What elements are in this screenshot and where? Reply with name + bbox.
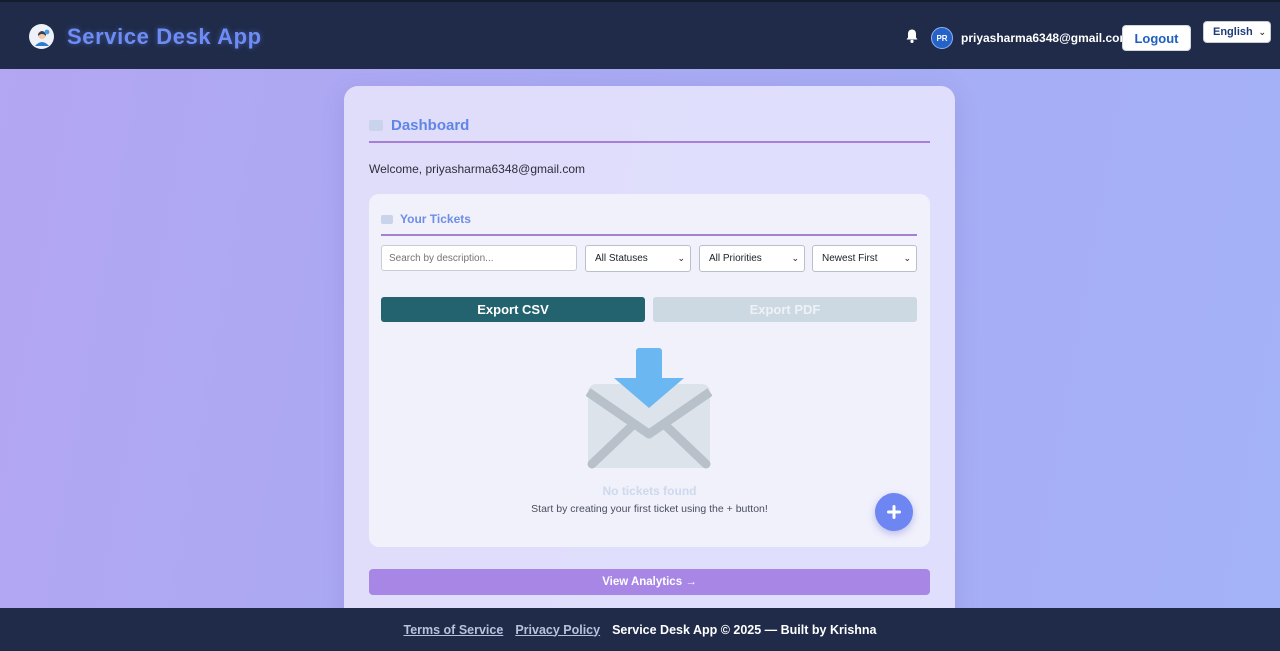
priority-filter-value: All Priorities xyxy=(709,253,762,264)
dashboard-divider xyxy=(369,141,930,143)
logout-button[interactable]: Logout xyxy=(1122,25,1191,51)
chevron-down-icon: ⌄ xyxy=(677,253,685,263)
status-filter-value: All Statuses xyxy=(595,253,648,264)
user-email: priyasharma6348@gmail.com xyxy=(961,31,1131,45)
plus-icon xyxy=(887,505,901,519)
tickets-title: Your Tickets xyxy=(400,212,471,226)
empty-inbox-icon xyxy=(585,346,713,472)
terms-link[interactable]: Terms of Service xyxy=(403,623,503,637)
sort-order-select[interactable]: Newest First ⌄ xyxy=(812,245,917,272)
dashboard-title: Dashboard xyxy=(391,117,470,134)
chevron-down-icon: ⌄ xyxy=(791,253,799,263)
app-logo-icon xyxy=(29,24,54,49)
dashboard-header: Dashboard xyxy=(369,117,469,134)
view-analytics-button[interactable]: View Analytics → xyxy=(369,569,930,595)
search-input[interactable] xyxy=(381,245,577,271)
privacy-link[interactable]: Privacy Policy xyxy=(515,623,600,637)
tickets-panel: Your Tickets All Statuses ⌄ All Prioriti… xyxy=(369,194,930,547)
add-ticket-button[interactable] xyxy=(875,493,913,531)
language-select-value: English xyxy=(1213,26,1253,38)
status-filter-select[interactable]: All Statuses ⌄ xyxy=(585,245,691,272)
export-pdf-button[interactable]: Export PDF xyxy=(653,297,917,322)
footer-copyright: Service Desk App © 2025 — Built by Krish… xyxy=(612,622,877,637)
welcome-text: Welcome, priyasharma6348@gmail.com xyxy=(369,162,586,176)
sort-order-value: Newest First xyxy=(822,253,878,264)
dashboard-card: Dashboard Welcome, priyasharma6348@gmail… xyxy=(344,86,955,626)
tickets-header: Your Tickets xyxy=(381,212,471,226)
app-title[interactable]: Service Desk App xyxy=(67,24,262,50)
footer: Terms of Service Privacy Policy Service … xyxy=(0,608,1280,651)
chevron-down-icon: ⌄ xyxy=(1258,27,1266,37)
navbar: Service Desk App PR priyasharma6348@gmai… xyxy=(0,0,1280,69)
chevron-down-icon: ⌄ xyxy=(903,253,911,263)
tickets-icon xyxy=(381,214,393,224)
priority-filter-select[interactable]: All Priorities ⌄ xyxy=(699,245,805,272)
dashboard-icon xyxy=(369,120,383,131)
empty-state-subtitle: Start by creating your first ticket usin… xyxy=(531,503,768,515)
tickets-divider xyxy=(381,234,917,236)
avatar[interactable]: PR xyxy=(931,27,953,49)
empty-state-title: No tickets found xyxy=(602,484,697,498)
language-select[interactable]: English ⌄ xyxy=(1203,21,1271,43)
export-csv-button[interactable]: Export CSV xyxy=(381,297,645,322)
bell-icon[interactable] xyxy=(904,28,920,44)
